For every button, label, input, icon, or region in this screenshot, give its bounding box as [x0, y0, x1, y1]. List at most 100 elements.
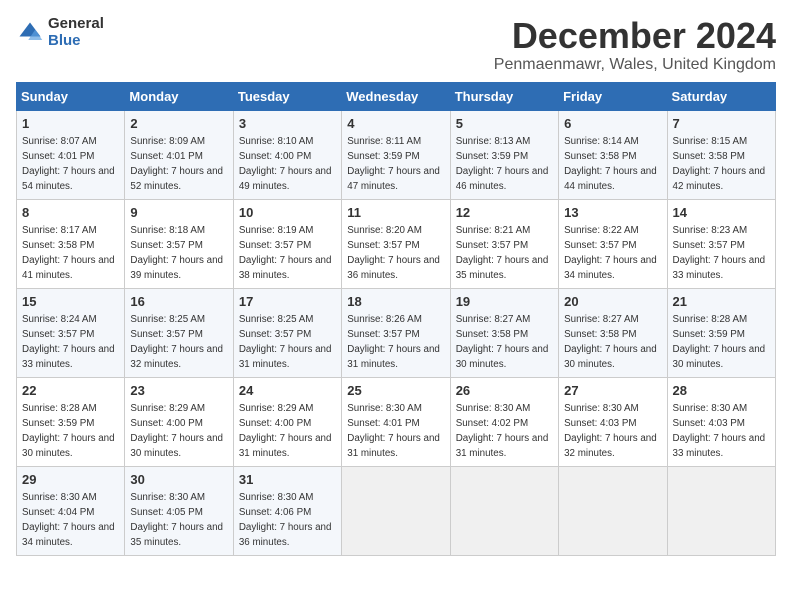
day-number: 22	[22, 382, 119, 400]
day-detail: Sunrise: 8:28 AMSunset: 3:59 PMDaylight:…	[22, 403, 115, 460]
calendar-header: SundayMondayTuesdayWednesdayThursdayFrid…	[17, 82, 776, 110]
day-number: 2	[130, 115, 227, 133]
logo-text: General Blue	[48, 16, 104, 49]
day-detail: Sunrise: 8:09 AMSunset: 4:01 PMDaylight:…	[130, 136, 223, 193]
day-number: 9	[130, 204, 227, 222]
calendar-cell: 10Sunrise: 8:19 AMSunset: 3:57 PMDayligh…	[233, 199, 341, 288]
calendar-cell: 12 Sunrise: 8:21 AMSunset: 3:57 PMDayligh…	[450, 199, 558, 288]
calendar-cell: 23 Sunrise: 8:29 AMSunset: 4:00 PMDayligh…	[125, 377, 233, 466]
calendar-week-2: 8Sunrise: 8:17 AMSunset: 3:58 PMDaylight…	[17, 199, 776, 288]
day-number: 5	[456, 115, 553, 133]
calendar-body: 1Sunrise: 8:07 AMSunset: 4:01 PMDaylight…	[17, 110, 776, 555]
day-number: 17	[239, 293, 336, 311]
logo-blue: Blue	[48, 33, 104, 50]
day-detail: Sunrise: 8:10 AMSunset: 4:00 PMDaylight:…	[239, 136, 332, 193]
logo-general: General	[48, 16, 104, 33]
day-detail: Sunrise: 8:27 AMSunset: 3:58 PMDaylight:…	[456, 314, 549, 371]
calendar-cell: 20Sunrise: 8:27 AMSunset: 3:58 PMDayligh…	[559, 288, 667, 377]
calendar-cell: 22 Sunrise: 8:28 AMSunset: 3:59 PMDayligh…	[17, 377, 125, 466]
calendar-cell	[450, 466, 558, 555]
calendar-week-5: 29 Sunrise: 8:30 AMSunset: 4:04 PMDayligh…	[17, 466, 776, 555]
weekday-header-friday: Friday	[559, 82, 667, 110]
calendar-cell: 8Sunrise: 8:17 AMSunset: 3:58 PMDaylight…	[17, 199, 125, 288]
day-number: 12	[456, 204, 553, 222]
day-number: 29	[22, 471, 119, 489]
calendar-cell: 13Sunrise: 8:22 AMSunset: 3:57 PMDayligh…	[559, 199, 667, 288]
day-number: 7	[673, 115, 770, 133]
day-detail: Sunrise: 8:25 AMSunset: 3:57 PMDaylight:…	[130, 314, 223, 371]
day-number: 11	[347, 204, 444, 222]
calendar-cell: 21 Sunrise: 8:28 AMSunset: 3:59 PMDayligh…	[667, 288, 775, 377]
day-detail: Sunrise: 8:07 AMSunset: 4:01 PMDaylight:…	[22, 136, 115, 193]
weekday-header-wednesday: Wednesday	[342, 82, 450, 110]
weekday-header-tuesday: Tuesday	[233, 82, 341, 110]
calendar-title: December 2024	[494, 16, 776, 56]
day-detail: Sunrise: 8:30 AMSunset: 4:02 PMDaylight:…	[456, 403, 549, 460]
weekday-row: SundayMondayTuesdayWednesdayThursdayFrid…	[17, 82, 776, 110]
day-detail: Sunrise: 8:29 AMSunset: 4:00 PMDaylight:…	[130, 403, 223, 460]
day-number: 24	[239, 382, 336, 400]
day-detail: Sunrise: 8:30 AMSunset: 4:01 PMDaylight:…	[347, 403, 440, 460]
calendar-cell: 25 Sunrise: 8:30 AMSunset: 4:01 PMDayligh…	[342, 377, 450, 466]
day-number: 21	[673, 293, 770, 311]
day-detail: Sunrise: 8:15 AMSunset: 3:58 PMDaylight:…	[673, 136, 766, 193]
day-detail: Sunrise: 8:25 AMSunset: 3:57 PMDaylight:…	[239, 314, 332, 371]
day-detail: Sunrise: 8:18 AMSunset: 3:57 PMDaylight:…	[130, 225, 223, 282]
day-number: 14	[673, 204, 770, 222]
day-number: 27	[564, 382, 661, 400]
calendar-cell: 24 Sunrise: 8:29 AMSunset: 4:00 PMDayligh…	[233, 377, 341, 466]
day-number: 30	[130, 471, 227, 489]
calendar-week-4: 22 Sunrise: 8:28 AMSunset: 3:59 PMDayligh…	[17, 377, 776, 466]
calendar-cell: 30Sunrise: 8:30 AMSunset: 4:05 PMDayligh…	[125, 466, 233, 555]
day-number: 18	[347, 293, 444, 311]
day-detail: Sunrise: 8:22 AMSunset: 3:57 PMDaylight:…	[564, 225, 657, 282]
calendar-cell: 9 Sunrise: 8:18 AMSunset: 3:57 PMDaylight…	[125, 199, 233, 288]
day-detail: Sunrise: 8:30 AMSunset: 4:06 PMDaylight:…	[239, 492, 332, 549]
calendar-cell: 5Sunrise: 8:13 AMSunset: 3:59 PMDaylight…	[450, 110, 558, 199]
calendar-cell: 14Sunrise: 8:23 AMSunset: 3:57 PMDayligh…	[667, 199, 775, 288]
title-block: December 2024 Penmaenmawr, Wales, United…	[494, 16, 776, 74]
calendar-cell: 17 Sunrise: 8:25 AMSunset: 3:57 PMDayligh…	[233, 288, 341, 377]
day-number: 16	[130, 293, 227, 311]
calendar-cell: 26 Sunrise: 8:30 AMSunset: 4:02 PMDayligh…	[450, 377, 558, 466]
day-detail: Sunrise: 8:21 AMSunset: 3:57 PMDaylight:…	[456, 225, 549, 282]
day-number: 4	[347, 115, 444, 133]
day-number: 26	[456, 382, 553, 400]
calendar-cell: 29 Sunrise: 8:30 AMSunset: 4:04 PMDayligh…	[17, 466, 125, 555]
day-detail: Sunrise: 8:30 AMSunset: 4:03 PMDaylight:…	[564, 403, 657, 460]
day-detail: Sunrise: 8:20 AMSunset: 3:57 PMDaylight:…	[347, 225, 440, 282]
weekday-header-saturday: Saturday	[667, 82, 775, 110]
day-number: 15	[22, 293, 119, 311]
day-detail: Sunrise: 8:29 AMSunset: 4:00 PMDaylight:…	[239, 403, 332, 460]
day-number: 10	[239, 204, 336, 222]
day-detail: Sunrise: 8:26 AMSunset: 3:57 PMDaylight:…	[347, 314, 440, 371]
day-number: 25	[347, 382, 444, 400]
day-number: 19	[456, 293, 553, 311]
day-detail: Sunrise: 8:14 AMSunset: 3:58 PMDaylight:…	[564, 136, 657, 193]
calendar-cell: 3 Sunrise: 8:10 AMSunset: 4:00 PMDaylight…	[233, 110, 341, 199]
calendar-week-1: 1Sunrise: 8:07 AMSunset: 4:01 PMDaylight…	[17, 110, 776, 199]
page-header: General Blue December 2024 Penmaenmawr, …	[16, 16, 776, 74]
day-detail: Sunrise: 8:30 AMSunset: 4:04 PMDaylight:…	[22, 492, 115, 549]
day-detail: Sunrise: 8:17 AMSunset: 3:58 PMDaylight:…	[22, 225, 115, 282]
day-number: 3	[239, 115, 336, 133]
weekday-header-monday: Monday	[125, 82, 233, 110]
calendar-cell: 4 Sunrise: 8:11 AMSunset: 3:59 PMDaylight…	[342, 110, 450, 199]
day-number: 23	[130, 382, 227, 400]
day-detail: Sunrise: 8:28 AMSunset: 3:59 PMDaylight:…	[673, 314, 766, 371]
day-number: 6	[564, 115, 661, 133]
day-number: 28	[673, 382, 770, 400]
calendar-cell: 16 Sunrise: 8:25 AMSunset: 3:57 PMDayligh…	[125, 288, 233, 377]
weekday-header-thursday: Thursday	[450, 82, 558, 110]
day-number: 31	[239, 471, 336, 489]
calendar-cell: 19 Sunrise: 8:27 AMSunset: 3:58 PMDayligh…	[450, 288, 558, 377]
calendar-cell: 15Sunrise: 8:24 AMSunset: 3:57 PMDayligh…	[17, 288, 125, 377]
day-detail: Sunrise: 8:27 AMSunset: 3:58 PMDaylight:…	[564, 314, 657, 371]
logo-icon	[16, 19, 44, 47]
calendar-cell: 27 Sunrise: 8:30 AMSunset: 4:03 PMDayligh…	[559, 377, 667, 466]
calendar-cell: 18 Sunrise: 8:26 AMSunset: 3:57 PMDayligh…	[342, 288, 450, 377]
calendar-cell: 28Sunrise: 8:30 AMSunset: 4:03 PMDayligh…	[667, 377, 775, 466]
calendar-subtitle: Penmaenmawr, Wales, United Kingdom	[494, 56, 776, 74]
day-detail: Sunrise: 8:11 AMSunset: 3:59 PMDaylight:…	[347, 136, 440, 193]
calendar-cell: 6 Sunrise: 8:14 AMSunset: 3:58 PMDaylight…	[559, 110, 667, 199]
